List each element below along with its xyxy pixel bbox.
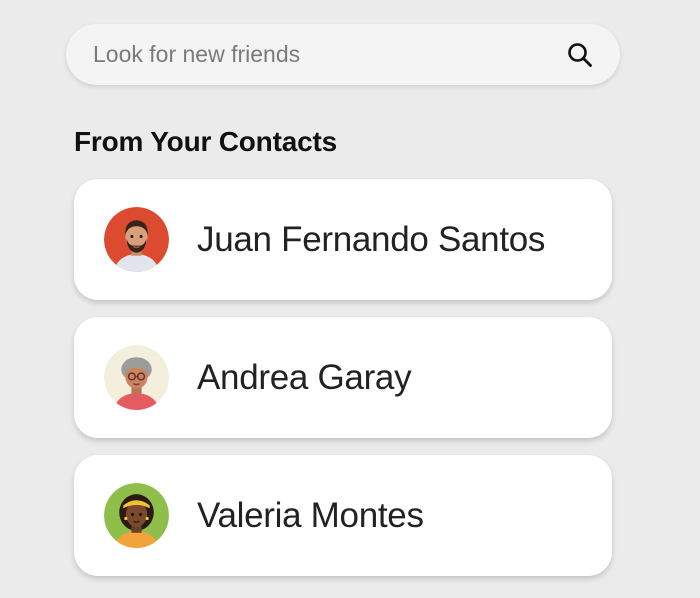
contact-name: Valeria Montes — [197, 495, 424, 535]
contact-card[interactable]: Andrea Garay — [74, 317, 612, 438]
search-icon[interactable] — [566, 41, 594, 69]
contact-card[interactable]: Juan Fernando Santos — [74, 179, 612, 300]
section-title: From Your Contacts — [74, 126, 337, 157]
search-input[interactable] — [93, 41, 566, 68]
contact-name: Andrea Garay — [197, 357, 412, 397]
avatar — [104, 483, 169, 548]
avatar — [104, 345, 169, 410]
search-bar[interactable] — [66, 24, 620, 85]
avatar — [104, 207, 169, 272]
contact-card[interactable]: Valeria Montes — [74, 455, 612, 576]
contact-list: Juan Fernando Santos Andrea Garay Valeri… — [74, 179, 612, 593]
contact-name: Juan Fernando Santos — [197, 219, 546, 259]
